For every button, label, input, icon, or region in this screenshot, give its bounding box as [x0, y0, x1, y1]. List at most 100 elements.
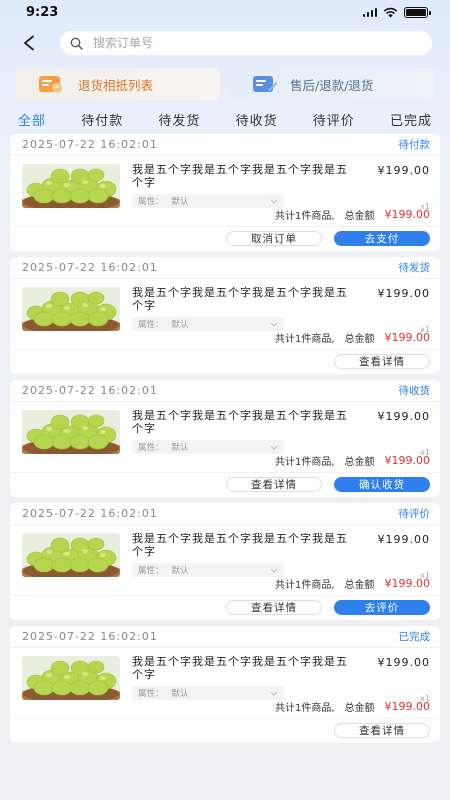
order-total: 共计1件商品, 总金额 ¥199.00 — [275, 453, 430, 468]
after-sales-label: 售后/退款/退货 — [290, 77, 374, 93]
attribute-value: 默认 — [171, 689, 189, 699]
back-button[interactable] — [22, 29, 50, 57]
order-card[interactable]: 2025-07-22 16:02:01 待发货 我是五个字我是五个字我是五个字我… — [10, 257, 440, 374]
total-amount: ¥199.00 — [384, 454, 431, 467]
order-date: 2025-07-22 16:02:01 — [22, 138, 158, 151]
order-actions: 查看详情 确认收货 — [10, 472, 440, 492]
order-actions: 查看详情 — [10, 349, 440, 369]
cellular-signal-icon — [362, 7, 377, 17]
chevron-down-icon — [270, 691, 278, 696]
order-status: 待评价 — [398, 508, 431, 520]
unit-price: ¥199.00 — [377, 164, 430, 177]
chevron-down-icon — [270, 322, 278, 327]
tab-pending-shipment[interactable]: 待发货 — [158, 110, 200, 129]
total-label: 总金额 — [344, 211, 375, 222]
view-details-button[interactable]: 查看详情 — [226, 600, 322, 615]
status-bar: 9:23 — [0, 0, 450, 24]
search-row — [0, 28, 450, 58]
product-name[interactable]: 我是五个字我是五个字我是五个字我是五个字 — [132, 164, 348, 190]
order-header: 2025-07-22 16:02:01 待付款 — [10, 134, 440, 156]
view-details-button[interactable]: 查看详情 — [334, 354, 430, 369]
product-attribute-selector[interactable]: 属性： 默认 — [132, 194, 284, 208]
product-image[interactable] — [22, 287, 120, 331]
order-date: 2025-07-22 16:02:01 — [22, 384, 158, 397]
pay-button[interactable]: 去支付 — [334, 231, 430, 246]
attribute-value: 默认 — [171, 320, 189, 330]
product-image[interactable] — [22, 533, 120, 577]
order-status: 待收货 — [398, 385, 431, 397]
back-arrow-icon — [24, 35, 34, 51]
tab-pending-receipt[interactable]: 待收货 — [236, 110, 278, 129]
product-name[interactable]: 我是五个字我是五个字我是五个字我是五个字 — [132, 287, 348, 313]
total-amount: ¥199.00 — [384, 700, 431, 713]
tab-all[interactable]: 全部 — [18, 110, 46, 129]
order-header: 2025-07-22 16:02:01 待发货 — [10, 257, 440, 279]
product-image[interactable] — [22, 656, 120, 700]
item-count-summary: 共计1件商品, — [274, 457, 335, 468]
product-attribute-selector[interactable]: 属性： 默认 — [132, 440, 284, 454]
item-count-summary: 共计1件商品, — [274, 580, 335, 591]
attribute-value: 默认 — [171, 566, 189, 576]
search-box[interactable] — [60, 31, 432, 55]
order-actions: 查看详情 去评价 — [10, 595, 440, 615]
return-offset-list-button[interactable]: 退货相抵列表 — [16, 68, 220, 100]
order-date: 2025-07-22 16:02:01 — [22, 507, 158, 520]
order-card[interactable]: 2025-07-22 16:02:01 待评价 我是五个字我是五个字我是五个字我… — [10, 503, 440, 620]
product-name[interactable]: 我是五个字我是五个字我是五个字我是五个字 — [132, 410, 348, 436]
order-status: 待付款 — [398, 139, 431, 151]
attribute-label: 属性： — [138, 566, 164, 576]
total-label: 总金额 — [344, 334, 375, 345]
product-image[interactable] — [22, 164, 120, 208]
product-attribute-selector[interactable]: 属性： 默认 — [132, 563, 284, 577]
tab-completed[interactable]: 已完成 — [390, 110, 432, 129]
attribute-label: 属性： — [138, 197, 164, 207]
after-sales-button[interactable]: 售后/退款/退货 — [230, 68, 434, 100]
product-name[interactable]: 我是五个字我是五个字我是五个字我是五个字 — [132, 656, 348, 682]
order-date: 2025-07-22 16:02:01 — [22, 630, 158, 643]
attribute-value: 默认 — [171, 443, 189, 453]
total-label: 总金额 — [344, 703, 375, 714]
product-name[interactable]: 我是五个字我是五个字我是五个字我是五个字 — [132, 533, 348, 559]
attribute-label: 属性： — [138, 320, 164, 330]
tab-pending-payment[interactable]: 待付款 — [81, 110, 123, 129]
order-total: 共计1件商品, 总金额 ¥199.00 — [275, 207, 430, 222]
product-image[interactable] — [22, 410, 120, 454]
order-list: 2025-07-22 16:02:01 待付款 我是五个字我是五个字我是五个字我… — [0, 134, 450, 743]
unit-price: ¥199.00 — [377, 533, 430, 546]
product-attribute-selector[interactable]: 属性： 默认 — [132, 317, 284, 331]
cancel-order-button[interactable]: 取消订单 — [226, 231, 322, 246]
order-header: 2025-07-22 16:02:01 待评价 — [10, 503, 440, 525]
view-details-button[interactable]: 查看详情 — [334, 723, 430, 738]
quick-links: 退货相抵列表 售后/退款/退货 — [0, 68, 450, 100]
search-icon — [70, 37, 83, 50]
view-details-button[interactable]: 查看详情 — [226, 477, 322, 492]
order-card[interactable]: 2025-07-22 16:02:01 待付款 我是五个字我是五个字我是五个字我… — [10, 134, 440, 251]
status-time: 9:23 — [26, 4, 59, 20]
item-count-summary: 共计1件商品, — [274, 703, 335, 714]
order-actions: 取消订单 去支付 — [10, 226, 440, 246]
order-total: 共计1件商品, 总金额 ¥199.00 — [275, 699, 430, 714]
review-button[interactable]: 去评价 — [334, 600, 430, 615]
total-amount: ¥199.00 — [384, 208, 431, 221]
order-date: 2025-07-22 16:02:01 — [22, 261, 158, 274]
confirm-receipt-button[interactable]: 确认收货 — [334, 477, 430, 492]
order-card[interactable]: 2025-07-22 16:02:01 待收货 我是五个字我是五个字我是五个字我… — [10, 380, 440, 497]
order-card[interactable]: 2025-07-22 16:02:01 已完成 我是五个字我是五个字我是五个字我… — [10, 626, 440, 743]
unit-price: ¥199.00 — [377, 287, 430, 300]
order-header: 2025-07-22 16:02:01 待收货 — [10, 380, 440, 402]
total-label: 总金额 — [344, 580, 375, 591]
after-sales-icon — [253, 76, 278, 92]
total-label: 总金额 — [344, 457, 375, 468]
attribute-label: 属性： — [138, 443, 164, 453]
total-amount: ¥199.00 — [384, 331, 431, 344]
order-header: 2025-07-22 16:02:01 已完成 — [10, 626, 440, 648]
chevron-down-icon — [270, 568, 278, 573]
tab-pending-review[interactable]: 待评价 — [313, 110, 355, 129]
product-attribute-selector[interactable]: 属性： 默认 — [132, 686, 284, 700]
order-status: 已完成 — [398, 631, 431, 643]
item-count-summary: 共计1件商品, — [274, 334, 335, 345]
order-status: 待发货 — [398, 262, 431, 274]
search-input[interactable] — [93, 36, 353, 50]
order-tabs: 全部 待付款 待发货 待收货 待评价 已完成 — [0, 108, 450, 130]
chevron-down-icon — [270, 199, 278, 204]
